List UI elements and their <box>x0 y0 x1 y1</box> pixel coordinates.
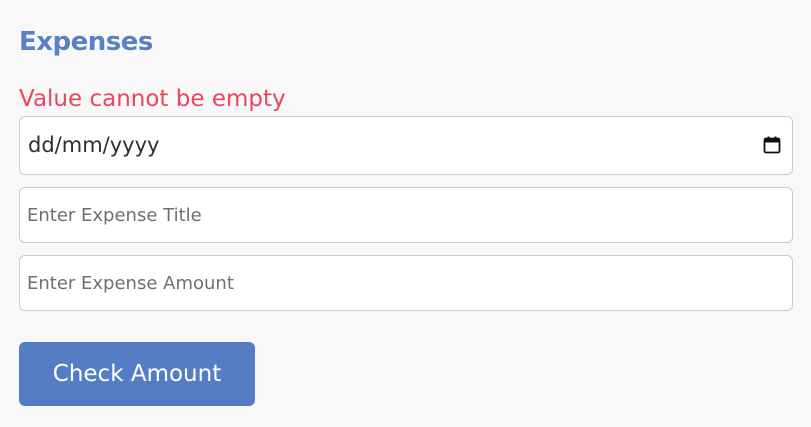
page-title: Expenses <box>19 27 153 57</box>
expense-amount-field[interactable] <box>19 255 793 311</box>
check-amount-button[interactable]: Check Amount <box>19 342 255 406</box>
expenses-form-page: Expenses Value cannot be empty dd/mm/yyy… <box>0 0 811 427</box>
date-input-value[interactable]: dd/mm/yyyy <box>28 117 159 174</box>
calendar-icon[interactable] <box>763 136 781 154</box>
expense-title-input[interactable] <box>20 188 792 242</box>
expense-amount-input[interactable] <box>20 256 792 310</box>
expense-title-field[interactable] <box>19 187 793 243</box>
error-message: Value cannot be empty <box>19 86 286 112</box>
expense-date-input[interactable]: dd/mm/yyyy <box>19 116 793 175</box>
